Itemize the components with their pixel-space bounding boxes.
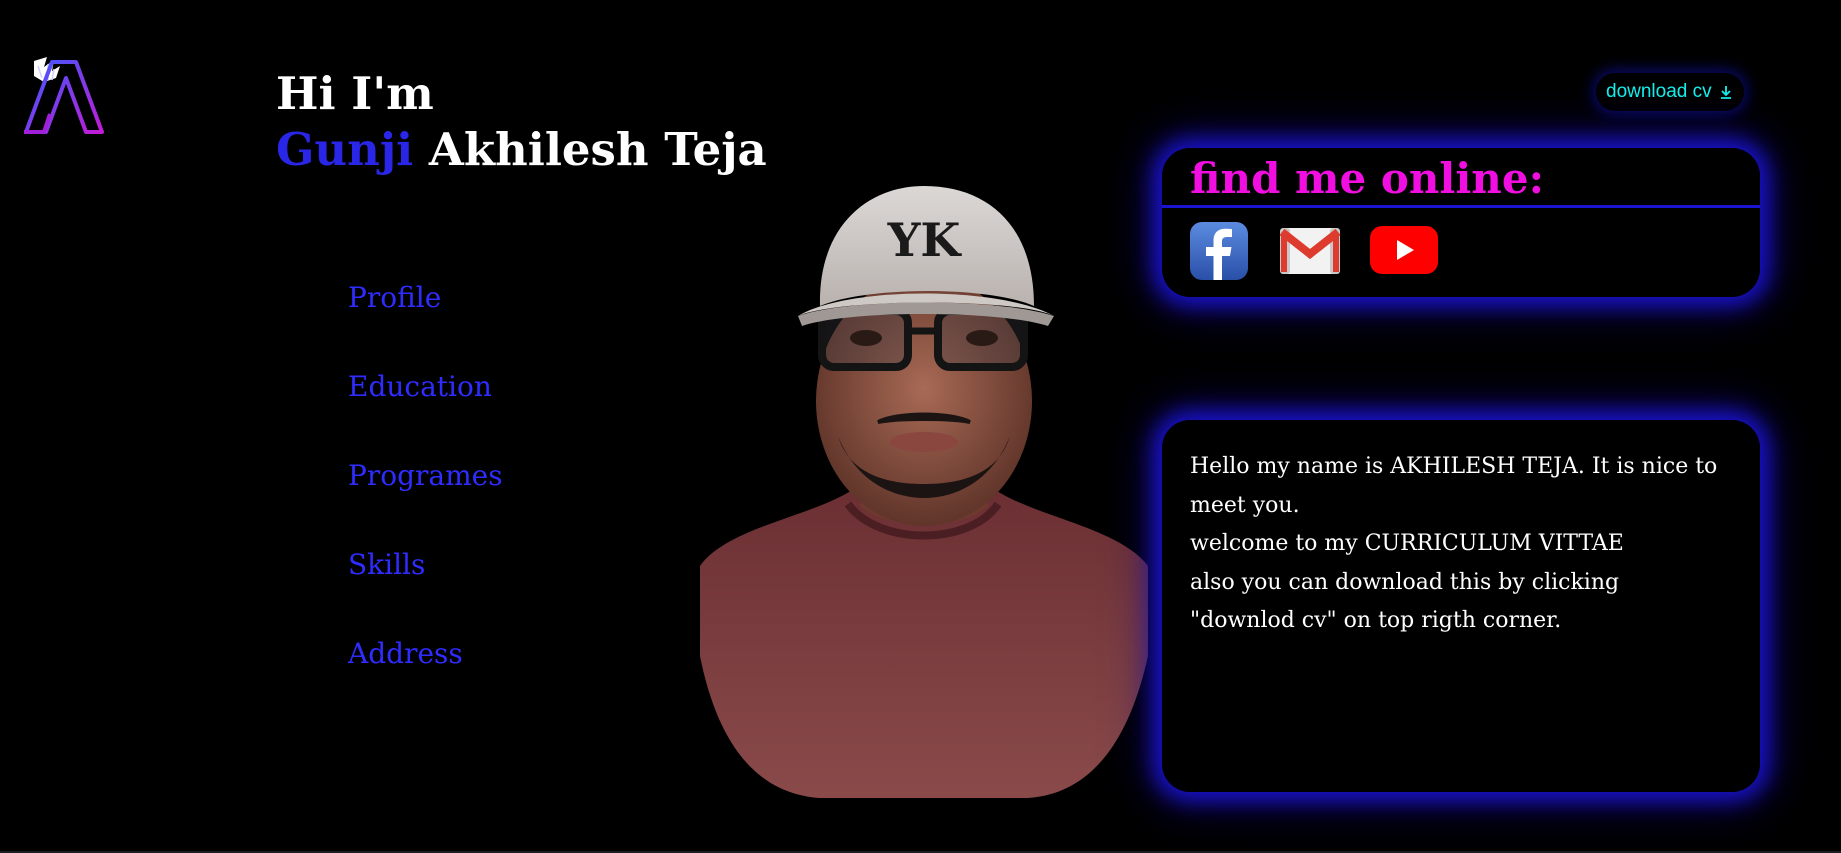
page-title: Hi I'm Gunji Akhilesh Teja [276, 66, 767, 178]
find-me-divider [1162, 205, 1760, 208]
download-cv-button[interactable]: download cv [1596, 73, 1744, 111]
greeting-line: Hi I'm [276, 67, 434, 120]
download-cv-label: download cv [1606, 81, 1712, 102]
download-icon [1720, 86, 1731, 99]
nav-link-skills[interactable]: Skills [348, 548, 425, 581]
gmail-icon[interactable] [1280, 228, 1340, 274]
find-me-title: find me online: [1190, 154, 1545, 203]
nav-link-profile[interactable]: Profile [348, 281, 441, 314]
svg-text:YK: YK [887, 213, 963, 267]
nav-item-programes: Programes [348, 453, 503, 542]
youtube-icon[interactable] [1370, 226, 1438, 274]
about-text: Hello my name is AKHILESH TEJA. It is ni… [1190, 448, 1730, 641]
nav-link-address[interactable]: Address [348, 637, 463, 670]
nav-item-address: Address [348, 631, 503, 720]
nav-link-education[interactable]: Education [348, 370, 492, 403]
about-line-2: welcome to my CURRICULUM VITTAE [1190, 531, 1624, 556]
nav-item-profile: Profile [348, 275, 503, 364]
about-line-3: also you can download this by clicking "… [1190, 569, 1620, 634]
find-me-card: find me online: [1162, 148, 1760, 297]
main-nav: Profile Education Programes Skills Addre… [348, 275, 503, 720]
profile-photo: YK [700, 186, 1148, 798]
about-card: Hello my name is AKHILESH TEJA. It is ni… [1162, 420, 1760, 792]
page: Hi I'm Gunji Akhilesh Teja Profile Educa… [0, 0, 1841, 853]
first-name: Gunji [276, 123, 414, 176]
nav-link-programes[interactable]: Programes [348, 459, 503, 492]
facebook-icon[interactable] [1190, 222, 1248, 280]
logo-icon[interactable] [24, 54, 124, 136]
about-line-1: Hello my name is AKHILESH TEJA. It is ni… [1190, 454, 1718, 518]
nav-item-skills: Skills [348, 542, 503, 631]
nav-item-education: Education [348, 364, 503, 453]
last-name: Akhilesh Teja [413, 123, 767, 176]
